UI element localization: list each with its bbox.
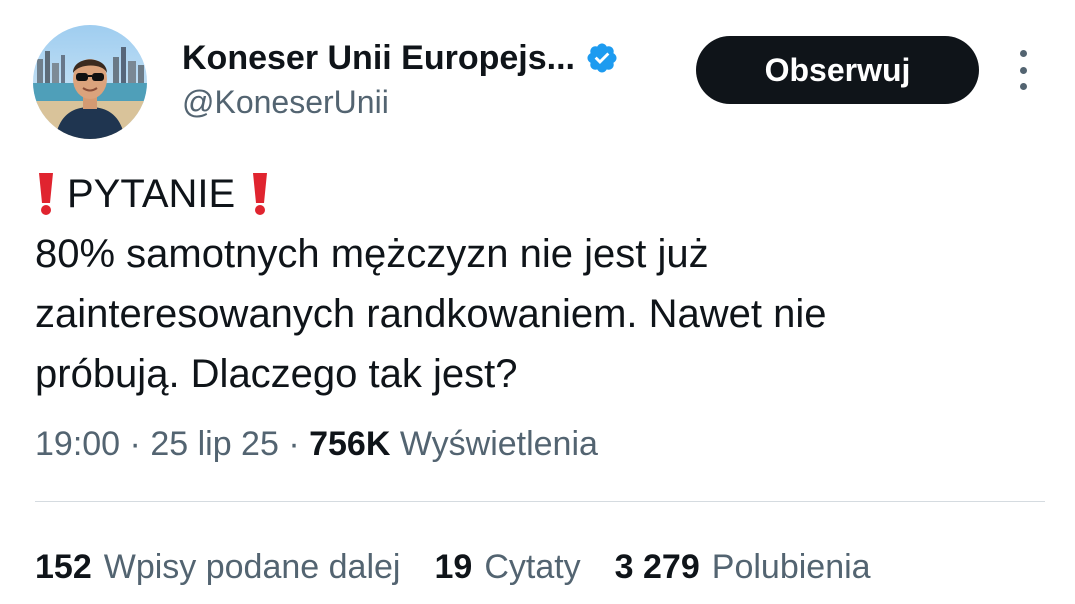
views-count[interactable]: 756K [309, 425, 390, 463]
quotes-label: Cytaty [484, 548, 581, 586]
tweet-line: 80% samotnych mężczyzn nie jest już [35, 232, 709, 276]
exclamation-icon [249, 171, 271, 217]
tweet-meta: 19:00 · 25 lip 25 · 756K Wyświetlenia [35, 422, 598, 466]
quotes-stat[interactable]: 19 Cytaty [434, 545, 580, 589]
author-handle[interactable]: @KoneserUnii [182, 82, 389, 122]
more-vertical-icon[interactable] [1010, 50, 1036, 90]
tweet-line: próbują. Dlaczego tak jest? [35, 352, 518, 396]
tweet-date[interactable]: 25 lip 25 [150, 425, 279, 463]
more-dot [1019, 66, 1027, 74]
reposts-stat[interactable]: 152 Wpisy podane dalej [35, 545, 400, 589]
author-display-name[interactable]: Koneser Unii Europejs... [182, 38, 575, 78]
tweet-text: PYTANIE 80% samotnych mężczyzn nie jest … [35, 164, 1045, 404]
follow-button[interactable]: Obserwuj [696, 36, 979, 104]
likes-stat[interactable]: 3 279 Polubienia [615, 545, 871, 589]
meta-separator: · [129, 425, 141, 463]
quotes-count: 19 [434, 548, 473, 586]
avatar[interactable] [33, 25, 147, 139]
profile-photo [33, 25, 147, 139]
likes-count: 3 279 [614, 548, 700, 586]
views-label[interactable]: Wyświetlenia [400, 425, 598, 463]
more-dot [1019, 83, 1027, 90]
divider [35, 501, 1045, 502]
question-line: PYTANIE [35, 164, 1045, 224]
question-label: PYTANIE [67, 172, 236, 216]
tweet-line: zainteresowanych randkowaniem. Nawet nie [35, 292, 827, 336]
meta-separator: · [288, 425, 300, 463]
exclamation-icon [35, 171, 57, 217]
engagement-stats: 152 Wpisy podane dalej 19 Cytaty 3 279 P… [35, 545, 905, 589]
likes-label: Polubienia [711, 548, 871, 586]
tweet-time[interactable]: 19:00 [35, 425, 120, 463]
reposts-count: 152 [35, 548, 92, 586]
verified-badge-icon[interactable] [585, 41, 619, 75]
more-dot [1019, 50, 1027, 57]
author-name-row[interactable]: Koneser Unii Europejs... [182, 38, 619, 78]
reposts-label: Wpisy podane dalej [103, 548, 401, 586]
